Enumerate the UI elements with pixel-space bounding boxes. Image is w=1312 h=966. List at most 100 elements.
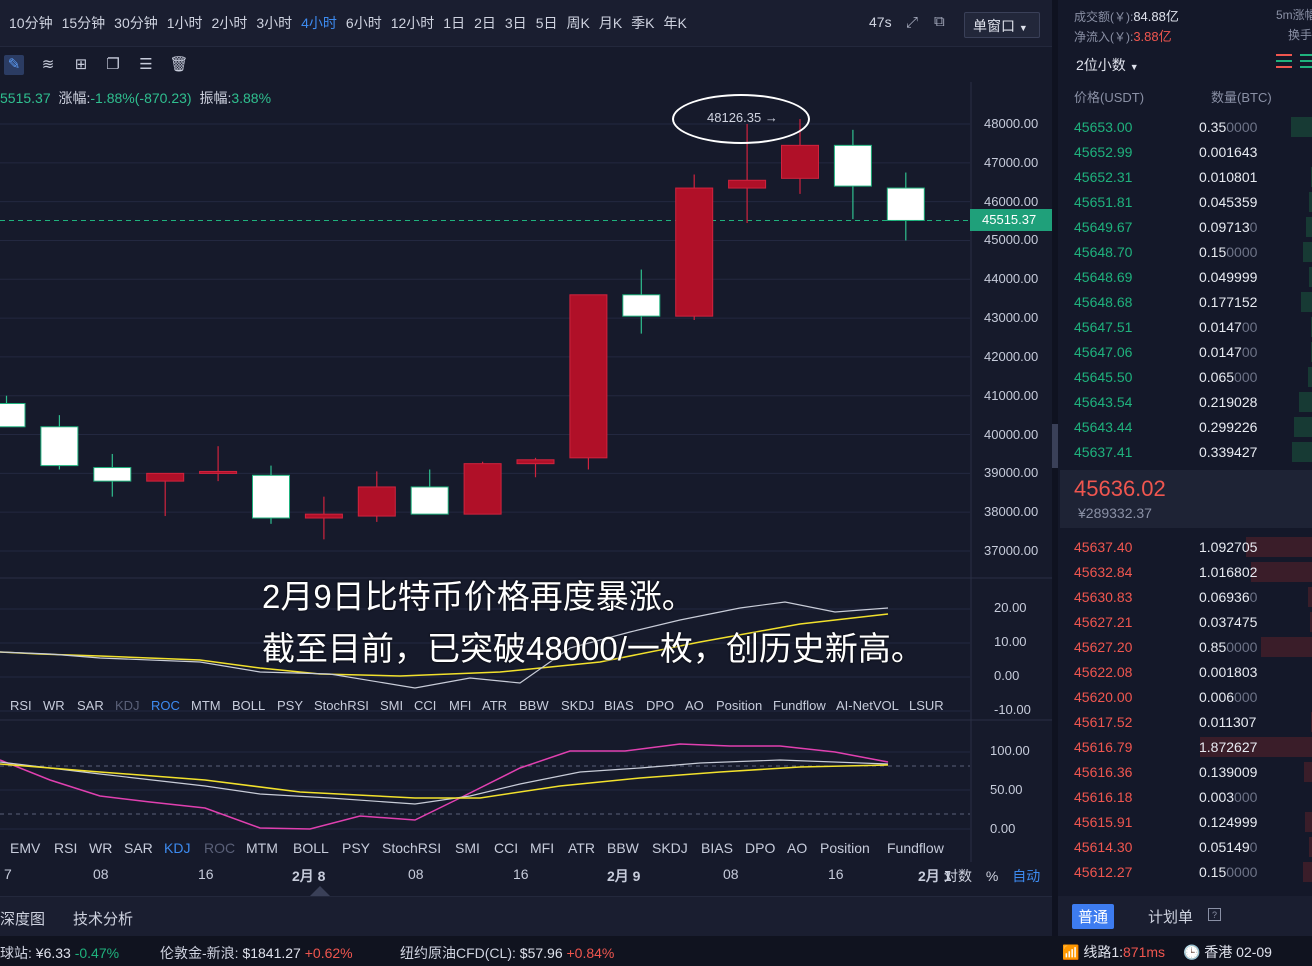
timeframe-7[interactable]: 6小时 <box>346 13 382 33</box>
indicator-tab-cci[interactable]: CCI <box>414 698 436 713</box>
timeframe-14[interactable]: 月K <box>599 13 622 33</box>
help-icon[interactable]: ? <box>1208 908 1221 921</box>
ask-row[interactable]: 45652.31 0.010801 <box>1074 165 1312 190</box>
bid-row[interactable]: 45630.83 0.069360 <box>1074 585 1312 610</box>
pen-icon[interactable]: ✎ <box>4 55 24 75</box>
indicator-tab-roc[interactable]: ROC <box>204 840 235 856</box>
bid-row[interactable]: 45627.20 0.850000 <box>1074 635 1312 660</box>
fullscreen-icon[interactable]: ⤢ <box>906 14 918 31</box>
indicator-tab-bias[interactable]: BIAS <box>701 840 733 856</box>
bid-row[interactable]: 45637.40 1.092705 <box>1074 535 1312 560</box>
indicator-tab-stochrsi[interactable]: StochRSI <box>382 840 441 856</box>
candlestick-chart[interactable] <box>0 82 1052 890</box>
indicator-icon[interactable]: ≋ <box>38 55 58 75</box>
indicator-tab-atr[interactable]: ATR <box>568 840 595 856</box>
tab-technical-analysis[interactable]: 技术分析 <box>73 908 133 929</box>
indicator-tab-cci[interactable]: CCI <box>494 840 518 856</box>
indicator-tab-skdj[interactable]: SKDJ <box>652 840 688 856</box>
indicator-tab-stochrsi[interactable]: StochRSI <box>314 698 369 713</box>
indicator-tab-lsur[interactable]: LSUR <box>909 698 944 713</box>
ask-row[interactable]: 45648.70 0.150000 <box>1074 240 1312 265</box>
indicator-tab-fundflow[interactable]: Fundflow <box>887 840 944 856</box>
window-mode-select[interactable]: 单窗口 ▼ <box>964 12 1040 38</box>
indicator-tab-psy[interactable]: PSY <box>342 840 370 856</box>
indicator-tab-dpo[interactable]: DPO <box>745 840 775 856</box>
auto-scale-toggle[interactable]: 自动 <box>1012 868 1040 884</box>
timeframe-10[interactable]: 2日 <box>474 13 496 33</box>
bid-row[interactable]: 45616.18 0.003000 <box>1074 785 1312 810</box>
ask-row[interactable]: 45643.44 0.299226 <box>1074 415 1312 440</box>
ask-row[interactable]: 45647.06 0.014700 <box>1074 340 1312 365</box>
tab-order-normal[interactable]: 普通 <box>1072 904 1115 929</box>
ticker-item[interactable]: 球站: ¥6.33 -0.47% <box>0 943 119 963</box>
indicator-tab-wr[interactable]: WR <box>43 698 65 713</box>
ask-row[interactable]: 45648.69 0.049999 <box>1074 265 1312 290</box>
layout-both-icon[interactable] <box>1276 54 1292 68</box>
bid-row[interactable]: 45614.30 0.051490 <box>1074 835 1312 860</box>
timeframe-12[interactable]: 5日 <box>536 13 558 33</box>
timeframe-3[interactable]: 1小时 <box>167 13 203 33</box>
indicator-tab-boll[interactable]: BOLL <box>232 698 265 713</box>
bid-row[interactable]: 45612.27 0.150000 <box>1074 860 1312 885</box>
indicator-tab-sar[interactable]: SAR <box>124 840 153 856</box>
bid-row[interactable]: 45632.84 1.016802 <box>1074 560 1312 585</box>
indicator-tab-sar[interactable]: SAR <box>77 698 104 713</box>
ask-row[interactable]: 45643.54 0.219028 <box>1074 390 1312 415</box>
indicator-tab-emv[interactable]: EMV <box>10 840 40 856</box>
tab-depth-chart[interactable]: 深度图 <box>0 908 45 929</box>
layout-bids-icon[interactable] <box>1300 54 1312 68</box>
bid-row[interactable]: 45616.36 0.139009 <box>1074 760 1312 785</box>
ask-row[interactable]: 45637.41 0.339427 <box>1074 440 1312 465</box>
ask-row[interactable]: 45645.50 0.065000 <box>1074 365 1312 390</box>
indicator-tab-bias[interactable]: BIAS <box>604 698 634 713</box>
bid-row[interactable]: 45615.91 0.124999 <box>1074 810 1312 835</box>
ticker-item[interactable]: 纽约原油CFD(CL): $57.96 +0.84% <box>400 943 614 963</box>
indicator-tab-mtm[interactable]: MTM <box>191 698 221 713</box>
indicator-tab-kdj[interactable]: KDJ <box>115 698 140 713</box>
indicator-tab-psy[interactable]: PSY <box>277 698 303 713</box>
timeframe-8[interactable]: 12小时 <box>391 13 435 33</box>
indicator-tab-dpo[interactable]: DPO <box>646 698 674 713</box>
indicator-tab-ao[interactable]: AO <box>685 698 704 713</box>
indicator-tab-smi[interactable]: SMI <box>380 698 403 713</box>
percent-toggle[interactable]: % <box>986 868 998 884</box>
indicator-tab-kdj[interactable]: KDJ <box>164 840 190 856</box>
bid-row[interactable]: 45627.21 0.037475 <box>1074 610 1312 635</box>
timeframe-9[interactable]: 1日 <box>443 13 465 33</box>
bid-row[interactable]: 45617.52 0.011307 <box>1074 710 1312 735</box>
save-icon[interactable]: ⊞ <box>71 55 91 75</box>
edit-icon[interactable]: ☰ <box>136 55 156 75</box>
timeframe-1[interactable]: 15分钟 <box>62 13 106 33</box>
copy-icon[interactable]: ❐ <box>103 55 123 75</box>
indicator-tab-skdj[interactable]: SKDJ <box>561 698 594 713</box>
log-scale-toggle[interactable]: 对数 <box>944 868 972 884</box>
indicator-tab-position[interactable]: Position <box>820 840 870 856</box>
tab-order-plan[interactable]: 计划单 <box>1148 906 1193 927</box>
indicator-tab-atr[interactable]: ATR <box>482 698 507 713</box>
bid-row[interactable]: 45620.00 0.006000 <box>1074 685 1312 710</box>
ask-row[interactable]: 45648.68 0.177152 <box>1074 290 1312 315</box>
bid-row[interactable]: 45616.79 1.872627 <box>1074 735 1312 760</box>
timeframe-5[interactable]: 3小时 <box>256 13 292 33</box>
decimals-select[interactable]: 2位小数 ▼ <box>1076 55 1139 75</box>
indicator-tab-roc[interactable]: ROC <box>151 698 180 713</box>
bid-row[interactable]: 45622.08 0.001803 <box>1074 660 1312 685</box>
indicator-tab-smi[interactable]: SMI <box>455 840 480 856</box>
indicator-tab-ainetvol[interactable]: AI-NetVOL <box>836 698 899 713</box>
indicator-tab-fundflow[interactable]: Fundflow <box>773 698 826 713</box>
timeframe-13[interactable]: 周K <box>566 13 589 33</box>
ask-row[interactable]: 45649.67 0.097130 <box>1074 215 1312 240</box>
indicator-tab-bbw[interactable]: BBW <box>519 698 549 713</box>
indicator-tab-mfi[interactable]: MFI <box>530 840 554 856</box>
ask-row[interactable]: 45647.51 0.014700 <box>1074 315 1312 340</box>
ticker-item[interactable]: 伦敦金-新浪: $1841.27 +0.62% <box>160 943 353 963</box>
timeframe-15[interactable]: 季K <box>631 13 654 33</box>
indicator-tab-ao[interactable]: AO <box>787 840 807 856</box>
indicator-tab-boll[interactable]: BOLL <box>293 840 329 856</box>
ask-row[interactable]: 45653.00 0.350000 <box>1074 115 1312 140</box>
indicator-tab-rsi[interactable]: RSI <box>10 698 32 713</box>
trash-icon[interactable]: 🗑 <box>169 55 189 75</box>
indicator-tab-mtm[interactable]: MTM <box>246 840 278 856</box>
timeframe-0[interactable]: 10分钟 <box>9 13 53 33</box>
timeframe-4[interactable]: 2小时 <box>212 13 248 33</box>
